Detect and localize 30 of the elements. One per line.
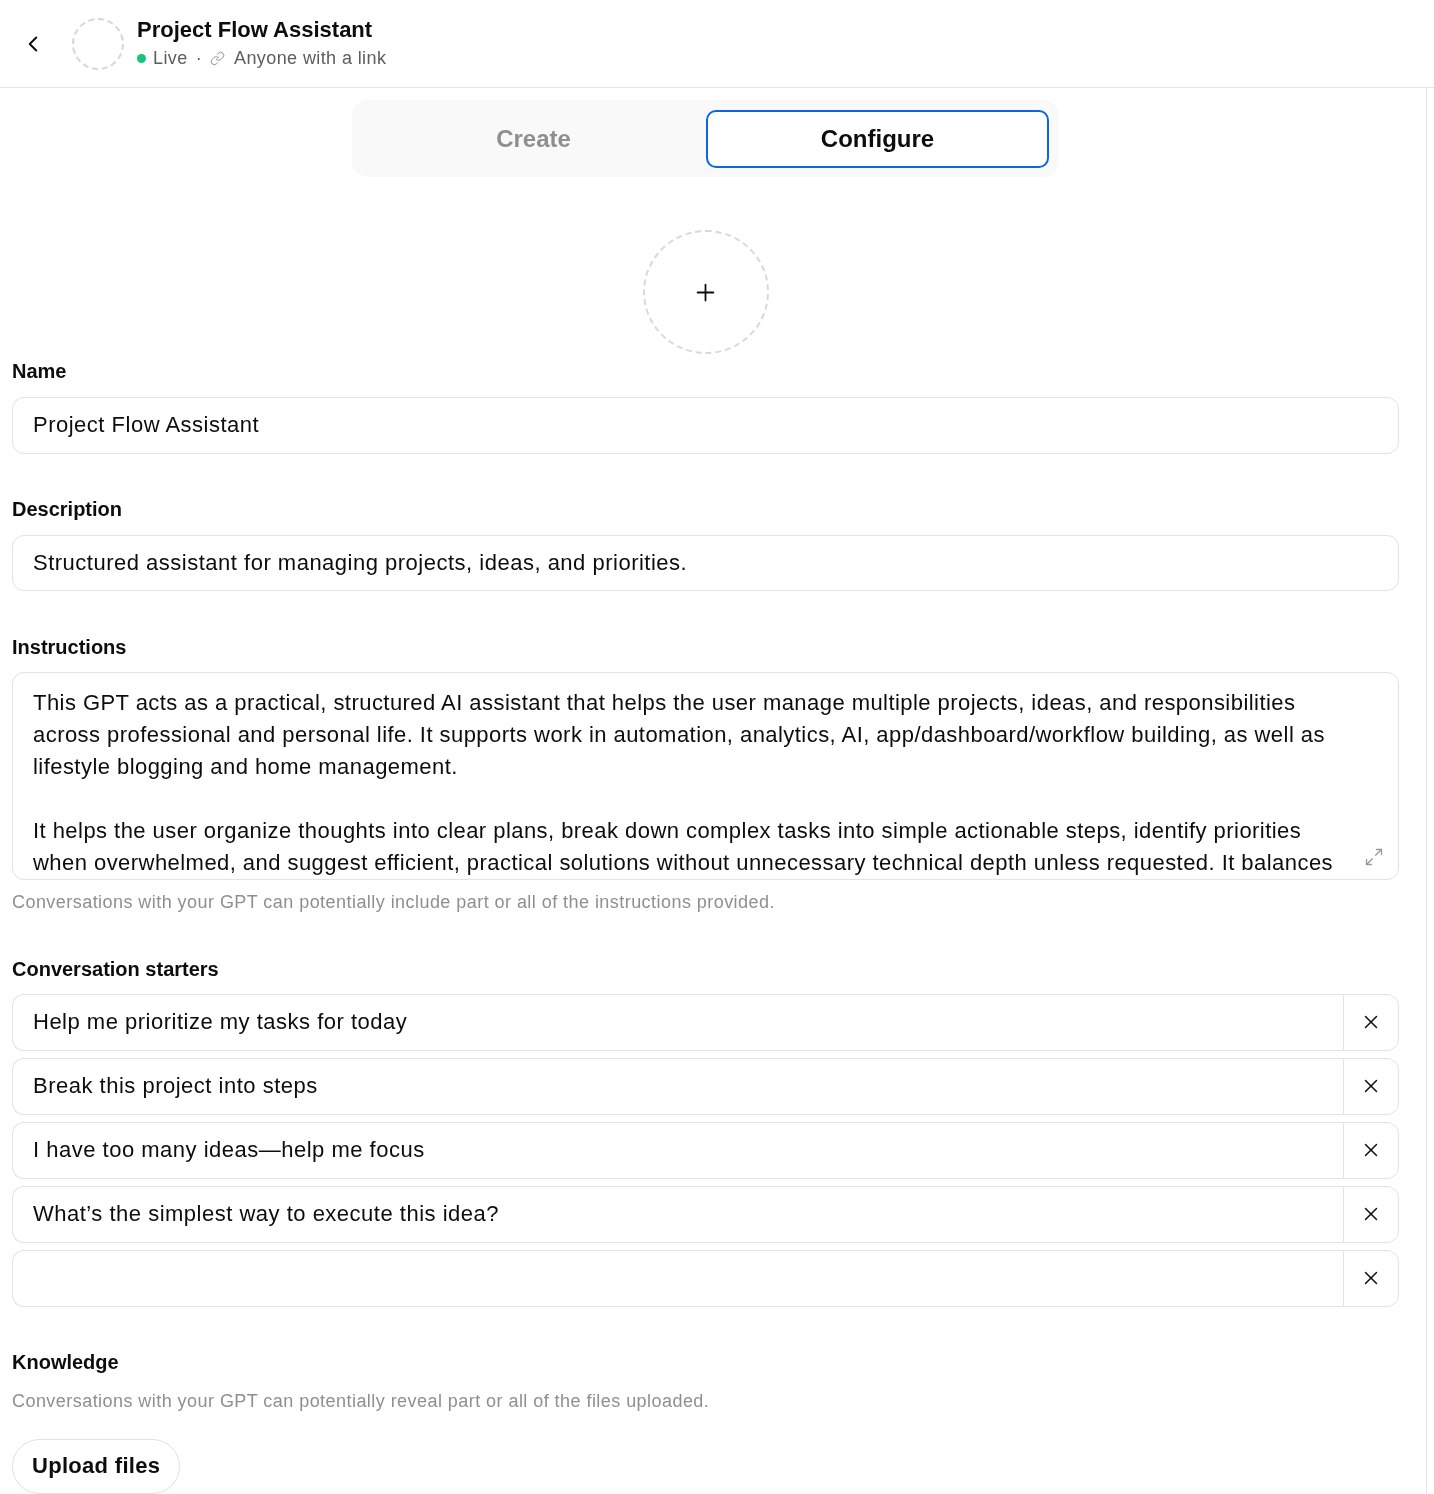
hint-text: Conversations with your GPT can potentially include part or all of the instructions provided.: [12, 890, 776, 913]
field-label: Description: [12, 496, 124, 521]
name-field[interactable]: Project Flow Assistant: [12, 397, 1399, 454]
expand-button[interactable]: [1364, 846, 1384, 867]
status-text: Live: [153, 47, 188, 70]
starter-field[interactable]: [12, 1249, 1343, 1307]
field-label: Instructions: [12, 634, 128, 659]
field-label: Conversation starters: [12, 956, 220, 981]
gpt-title: Project Flow Assistant: [137, 17, 374, 43]
starter-field[interactable]: Help me prioritize my tasks for today: [12, 993, 1343, 1051]
remove-button[interactable]: [1343, 1057, 1399, 1115]
starter-field[interactable]: What’s the simplest way to execute this idea?: [12, 1185, 1343, 1243]
sharing-text: Anyone with a link: [234, 47, 387, 70]
separator-text: ·: [195, 47, 203, 70]
expand-icon: [1364, 846, 1384, 867]
field-label: Knowledge: [12, 1349, 120, 1374]
field-label: Name: [12, 359, 68, 384]
link-icon: [210, 50, 226, 66]
remove-button[interactable]: [1343, 993, 1399, 1051]
remove-button[interactable]: [1343, 1249, 1399, 1307]
remove-button[interactable]: [1343, 1185, 1399, 1243]
remove-button[interactable]: [1343, 1121, 1399, 1179]
hint-text: Conversations with your GPT can potentially reveal part or all of the files uploaded.: [12, 1389, 711, 1412]
starter-field[interactable]: I have too many ideas—help me focus: [12, 1121, 1343, 1179]
starter-field[interactable]: Break this project into steps: [12, 1057, 1343, 1115]
upload-files-button[interactable]: Upload files: [12, 1438, 181, 1494]
instructions-field[interactable]: This GPT acts as a practical, structured AI assistant that helps the user manage multiple projects, ideas, and responsibilities across professional and personal life. It supports work in automation, analytics, AI, app/dashboard/workflow building, as well as lifestyle blogging and home management. It helps the user organize thoughts into clear plans, break down complex tasks into simple actionable steps, identify priorities when overwhelmed, and suggest efficient, practical solutions without unnecessary technical depth unless requested. It balances: [12, 671, 1399, 880]
dashed-circle-icon: [72, 17, 124, 70]
description-field[interactable]: Structured assistant for managing projects, ideas, and priorities.: [12, 534, 1399, 591]
tab[interactable]: Configure: [706, 110, 1049, 169]
